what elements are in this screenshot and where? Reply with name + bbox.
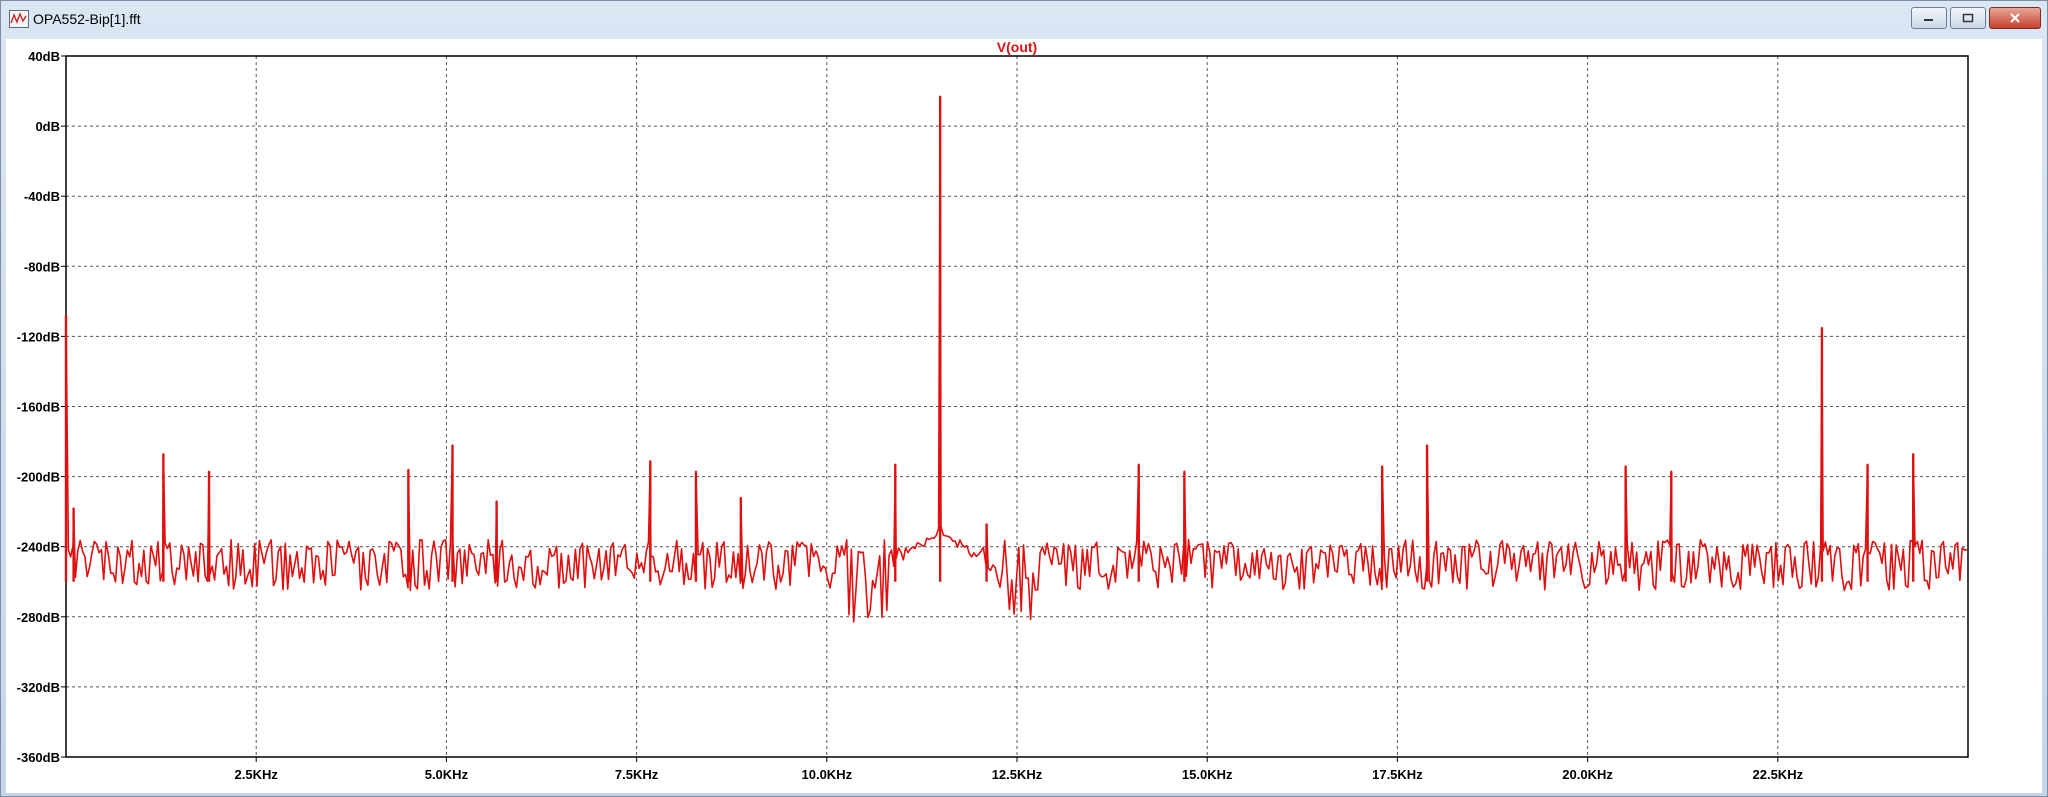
y-tick-label: 40dB (28, 49, 60, 64)
x-tick-label: 17.5KHz (1372, 767, 1423, 782)
x-axis-ticks: 2.5KHz 5.0KHz 7.5KHz 10.0KHz 12.5KHz 15.0KHz 1… (235, 757, 1804, 782)
chart-title[interactable]: V(out) (997, 39, 1037, 55)
window-title: OPA552-Bip[1].fft (33, 11, 141, 27)
minimize-icon (1924, 19, 1933, 21)
maximize-button[interactable] (1950, 7, 1986, 29)
maximize-icon (1962, 13, 1974, 23)
waveform-icon (9, 10, 29, 28)
x-tick-label: 10.0KHz (802, 767, 853, 782)
x-tick-label: 22.5KHz (1753, 767, 1804, 782)
x-tick-label: 20.0KHz (1562, 767, 1613, 782)
x-tick-label: 7.5KHz (615, 767, 659, 782)
x-tick-label: 2.5KHz (235, 767, 279, 782)
y-tick-label: -320dB (17, 680, 60, 695)
x-tick-label: 5.0KHz (425, 767, 469, 782)
title-bar[interactable]: OPA552-Bip[1].fft (1, 1, 2047, 39)
y-tick-label: -160dB (17, 400, 60, 415)
y-tick-label: -200dB (17, 470, 60, 485)
window-controls (1908, 7, 2041, 31)
x-tick-label: 15.0KHz (1182, 767, 1233, 782)
grid (66, 56, 1968, 757)
y-tick-label: -280dB (17, 610, 60, 625)
series-line-vout[interactable] (65, 95, 1968, 623)
fft-chart[interactable]: 40dB 0dB -40dB -80dB -120dB -160dB -200dB -240d… (6, 39, 2042, 793)
y-tick-label: -120dB (17, 329, 60, 344)
x-tick-label: 12.5KHz (992, 767, 1043, 782)
y-tick-label: -40dB (24, 189, 60, 204)
close-button[interactable] (1989, 7, 2041, 29)
y-tick-label: -80dB (24, 259, 60, 274)
app-window: OPA552-Bip[1].fft 40dB 0dB -40dB -80dB -120d… (0, 0, 2048, 797)
plot-area[interactable]: 40dB 0dB -40dB -80dB -120dB -160dB -200dB -240d… (6, 39, 2042, 793)
close-icon (2010, 13, 2020, 23)
y-tick-label: 0dB (35, 119, 60, 134)
trace-layer (64, 95, 1968, 623)
minimize-button[interactable] (1911, 7, 1947, 29)
y-tick-label: -240dB (17, 540, 60, 555)
y-tick-label: -360dB (17, 750, 60, 765)
y-axis-ticks: 40dB 0dB -40dB -80dB -120dB -160dB -200dB -240d… (17, 49, 66, 765)
